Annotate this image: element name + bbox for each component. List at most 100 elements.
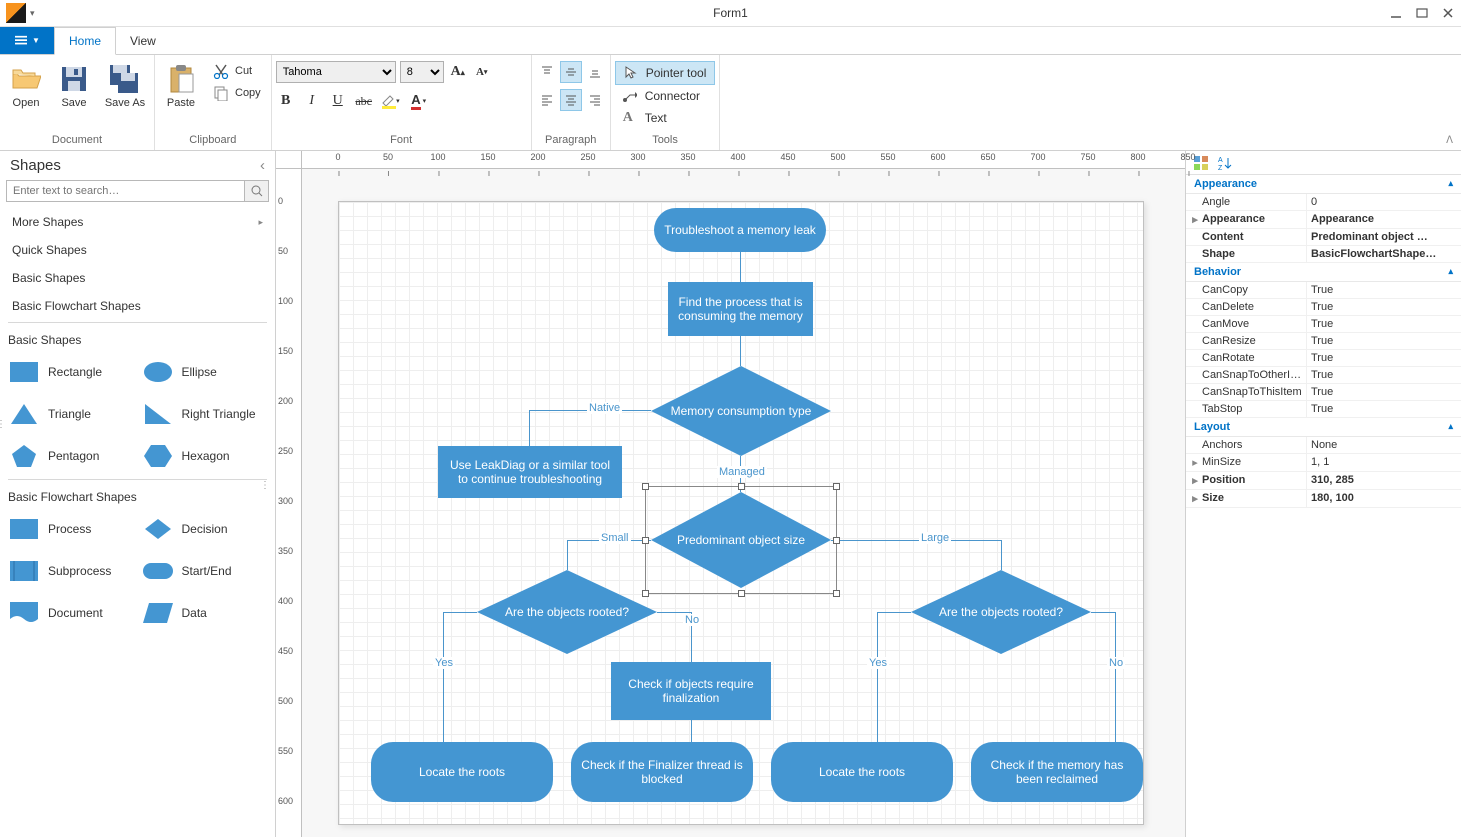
connector[interactable] xyxy=(1115,612,1116,742)
edge-label[interactable]: Native xyxy=(587,402,622,414)
shape-subprocess[interactable]: Subprocess xyxy=(4,550,138,592)
prop-row[interactable]: TabStopTrue xyxy=(1186,401,1461,418)
prop-category-behavior[interactable]: Behavior▴ xyxy=(1186,263,1461,282)
shape-rectangle[interactable]: Rectangle xyxy=(4,351,138,393)
shape-document[interactable]: Document xyxy=(4,592,138,634)
connector[interactable] xyxy=(1091,612,1115,613)
category-quick-shapes[interactable]: Quick Shapes xyxy=(0,236,275,264)
connector[interactable] xyxy=(657,612,691,613)
category-basic-shapes[interactable]: Basic Shapes xyxy=(0,264,275,292)
underline-button[interactable]: U xyxy=(328,91,348,111)
highlight-button[interactable]: ▾ xyxy=(380,91,400,111)
prop-row[interactable]: CanSnapToOtherItemsTrue xyxy=(1186,367,1461,384)
node-terminator[interactable]: Troubleshoot a memory leak xyxy=(654,208,826,252)
file-menu-button[interactable]: ▼ xyxy=(0,27,54,54)
shapes-search-input[interactable] xyxy=(6,180,245,202)
node-process[interactable]: Check if objects require finalization xyxy=(611,662,771,720)
strike-button[interactable]: abc xyxy=(354,91,374,111)
edge-label[interactable]: Managed xyxy=(717,466,767,478)
shape-right-triangle[interactable]: Right Triangle xyxy=(138,393,272,435)
shape-triangle[interactable]: Triangle xyxy=(4,393,138,435)
node-terminator[interactable]: Locate the roots xyxy=(771,742,953,802)
edge-label[interactable]: No xyxy=(683,614,701,626)
prop-row[interactable]: ▸Size180, 100 xyxy=(1186,490,1461,508)
prop-row[interactable]: CanDeleteTrue xyxy=(1186,299,1461,316)
category-more-shapes[interactable]: More Shapes▸ xyxy=(0,208,275,236)
connector-tool-button[interactable]: Connector xyxy=(615,85,708,107)
prop-row[interactable]: CanCopyTrue xyxy=(1186,282,1461,299)
tab-home[interactable]: Home xyxy=(54,27,116,55)
node-process[interactable]: Use LeakDiag or a similar tool to contin… xyxy=(438,446,622,498)
shape-pentagon[interactable]: Pentagon xyxy=(4,435,138,477)
connector[interactable] xyxy=(831,540,1001,541)
connector[interactable] xyxy=(877,612,878,742)
shapes-search-button[interactable] xyxy=(245,180,269,202)
node-decision[interactable]: Are the objects rooted? xyxy=(477,570,657,654)
node-terminator[interactable]: Check if the memory has been reclaimed xyxy=(971,742,1143,802)
prop-row[interactable]: ▸AppearanceAppearance xyxy=(1186,211,1461,229)
align-top-button[interactable] xyxy=(536,61,558,83)
prop-row[interactable]: ▸MinSize1, 1 xyxy=(1186,454,1461,472)
shrink-font-button[interactable]: A▾ xyxy=(472,62,492,82)
ribbon-collapse-button[interactable]: ᐱ xyxy=(1446,135,1453,146)
prop-row[interactable]: CanSnapToThisItemTrue xyxy=(1186,384,1461,401)
prop-alphabetical-button[interactable]: AZ xyxy=(1216,154,1234,172)
node-decision[interactable]: Memory consumption type xyxy=(651,366,831,456)
open-button[interactable]: Open xyxy=(4,61,48,109)
connector[interactable] xyxy=(1001,540,1002,570)
node-decision[interactable]: Are the objects rooted? xyxy=(911,570,1091,654)
node-decision-selected[interactable]: Predominant object size xyxy=(651,492,831,588)
category-flowchart-shapes[interactable]: Basic Flowchart Shapes xyxy=(0,292,275,320)
font-family-select[interactable]: Tahoma xyxy=(276,61,396,83)
shape-start-end[interactable]: Start/End xyxy=(138,550,272,592)
splitter-handle[interactable]: ⋮ xyxy=(0,419,6,430)
paste-button[interactable]: Paste xyxy=(159,61,203,109)
grow-font-button[interactable]: A▴ xyxy=(448,62,468,82)
prop-row[interactable]: ▸Position310, 285 xyxy=(1186,472,1461,490)
prop-row[interactable]: ContentPredominant object … xyxy=(1186,229,1461,246)
edge-label[interactable]: Yes xyxy=(867,657,889,669)
connector[interactable] xyxy=(443,612,477,613)
prop-row[interactable]: ShapeBasicFlowchartShape… xyxy=(1186,246,1461,263)
connector[interactable] xyxy=(877,612,911,613)
connector[interactable] xyxy=(443,612,444,742)
shape-decision[interactable]: Decision xyxy=(138,508,272,550)
prop-category-layout[interactable]: Layout▴ xyxy=(1186,418,1461,437)
node-terminator[interactable]: Check if the Finalizer thread is blocked xyxy=(571,742,753,802)
saveas-button[interactable]: Save As xyxy=(100,61,150,109)
align-middle-button[interactable] xyxy=(560,61,582,83)
qat-dropdown[interactable]: ▾ xyxy=(30,8,35,19)
bold-button[interactable]: B xyxy=(276,91,296,111)
align-right-button[interactable] xyxy=(584,89,606,111)
prop-row[interactable]: CanResizeTrue xyxy=(1186,333,1461,350)
node-terminator[interactable]: Locate the roots xyxy=(371,742,553,802)
save-button[interactable]: Save xyxy=(52,61,96,109)
prop-category-appearance[interactable]: Appearance▴ xyxy=(1186,175,1461,194)
edge-label[interactable]: Large xyxy=(919,532,951,544)
text-tool-button[interactable]: A Text xyxy=(615,107,675,129)
prop-row[interactable]: CanMoveTrue xyxy=(1186,316,1461,333)
canvas-area[interactable]: 0501001502002503003504004505005506006507… xyxy=(276,151,1185,837)
edge-label[interactable]: Yes xyxy=(433,657,455,669)
connector[interactable] xyxy=(567,540,568,570)
shape-process[interactable]: Process xyxy=(4,508,138,550)
shape-hexagon[interactable]: Hexagon xyxy=(138,435,272,477)
shape-data[interactable]: Data xyxy=(138,592,272,634)
edge-label[interactable]: Small xyxy=(599,532,631,544)
prop-row[interactable]: CanRotateTrue xyxy=(1186,350,1461,367)
copy-button[interactable]: Copy xyxy=(207,83,267,103)
close-button[interactable] xyxy=(1441,6,1455,20)
font-size-select[interactable]: 8 xyxy=(400,61,444,83)
align-center-button[interactable] xyxy=(560,89,582,111)
cut-button[interactable]: Cut xyxy=(207,61,267,81)
maximize-button[interactable] xyxy=(1415,6,1429,20)
connector[interactable] xyxy=(740,336,741,366)
pointer-tool-button[interactable]: Pointer tool xyxy=(615,61,716,85)
prop-row[interactable]: Angle0 xyxy=(1186,194,1461,211)
align-bottom-button[interactable] xyxy=(584,61,606,83)
edge-label[interactable]: No xyxy=(1107,657,1125,669)
shapes-collapse-button[interactable]: ‹ xyxy=(260,157,265,174)
font-color-button[interactable]: A▾ xyxy=(406,91,432,111)
connector[interactable] xyxy=(740,252,741,282)
node-process[interactable]: Find the process that is consuming the m… xyxy=(668,282,813,336)
